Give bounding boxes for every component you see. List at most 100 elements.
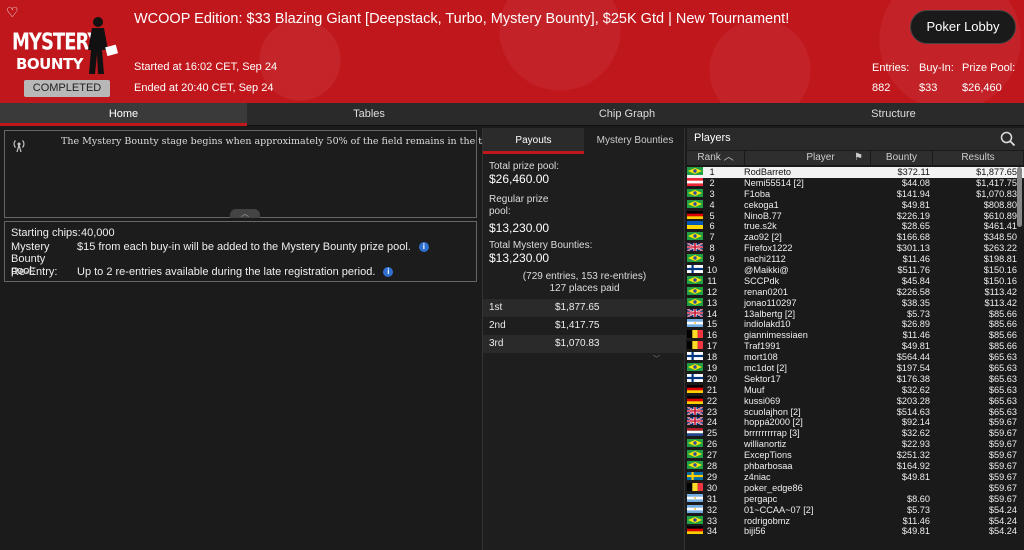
- player-row[interactable]: 17 Traf1991 $49.81 $85.66: [687, 341, 1024, 352]
- player-row[interactable]: 20 Sektor17 $176.38 $65.63: [687, 373, 1024, 385]
- player-name: 01~CCAA~07 [2]: [744, 504, 814, 515]
- player-result: $610.89: [983, 210, 1017, 221]
- column-results[interactable]: Results: [933, 151, 1024, 165]
- player-bounty: $49.81: [901, 471, 930, 482]
- player-rank: 1: [709, 167, 715, 177]
- player-row[interactable]: 7 zao92 [2] $166.68 $348.50: [687, 232, 1024, 243]
- player-result: $54.24: [988, 515, 1017, 526]
- player-row[interactable]: 32 01~CCAA~07 [2] $5.73 $54.24: [687, 504, 1024, 516]
- players-title: Players: [694, 132, 731, 144]
- player-rank: 4: [709, 199, 715, 210]
- player-row[interactable]: 30 poker_edge86 $59.67: [687, 482, 1024, 494]
- info-icon[interactable]: i: [418, 242, 429, 252]
- player-name: biji56: [744, 526, 766, 537]
- player-rank: 31: [706, 493, 718, 504]
- player-name: rodrigobmz: [744, 515, 790, 526]
- player-bounty: $38.35: [901, 297, 930, 308]
- player-name: Sektor17: [744, 373, 781, 384]
- player-bounty: $301.13: [896, 243, 930, 254]
- player-name: zao92 [2]: [744, 232, 782, 243]
- player-row[interactable]: 18 mort108 $564.44 $65.63: [687, 352, 1024, 363]
- tab-mystery-bounties[interactable]: Mystery Bounties: [584, 128, 686, 154]
- player-rank: 23: [706, 406, 718, 417]
- player-row[interactable]: 25 brrrrrrrrrap [3] $32.62 $59.67: [687, 428, 1024, 439]
- player-rank: 5: [709, 210, 715, 221]
- status-badge: COMPLETED: [24, 80, 110, 97]
- player-result: $461.41: [983, 221, 1017, 232]
- player-row[interactable]: 29 z4niac $49.81 $59.67: [687, 471, 1024, 483]
- tab-structure[interactable]: Structure: [763, 103, 1024, 126]
- tab-home[interactable]: Home: [0, 103, 247, 126]
- player-row[interactable]: 16 giannimessiaen $11.46 $85.66: [687, 330, 1024, 341]
- player-rank: 13: [706, 297, 718, 308]
- player-row[interactable]: 21 Muuf $32.62 $65.63: [687, 384, 1024, 396]
- info-icon[interactable]: i: [383, 267, 394, 277]
- player-row[interactable]: 4 cekoga1 $49.81 $808.80: [687, 199, 1024, 211]
- tab-payouts[interactable]: Payouts: [483, 128, 584, 154]
- expand-toggle[interactable]: ︿: [230, 209, 260, 218]
- player-rank: 20: [706, 373, 718, 384]
- player-name: Traf1991: [744, 341, 781, 352]
- player-row[interactable]: 28 phbarbosaa $164.92 $59.67: [687, 461, 1024, 472]
- player-result: $59.67: [988, 493, 1017, 504]
- player-row[interactable]: 9 nachi2112 $11.46 $198.81: [687, 254, 1024, 265]
- player-name: F1oba: [744, 188, 771, 199]
- player-bounty: $32.62: [901, 428, 930, 439]
- tab-tables[interactable]: Tables: [247, 103, 491, 126]
- player-row[interactable]: 24 hoppá2000 [2] $92.14 $59.67: [686, 416, 1024, 428]
- poker-lobby-button[interactable]: Poker Lobby: [910, 10, 1016, 44]
- player-result: $113.42: [984, 286, 1017, 297]
- player-row[interactable]: 33 rodrigobmz $11.46 $54.24: [687, 515, 1024, 527]
- player-bounty: $22.93: [901, 439, 930, 450]
- player-result: $85.66: [988, 308, 1017, 319]
- player-rank: 12: [706, 286, 718, 297]
- player-row[interactable]: 23 scuolajhon [2] $514.63 $65.63: [686, 405, 1024, 418]
- player-row[interactable]: 26 willianortiz $22.93 $59.67: [687, 439, 1024, 450]
- player-name: Nemi55514 [2]: [744, 177, 804, 188]
- column-bounty[interactable]: Bounty: [871, 151, 933, 165]
- player-row[interactable]: 15 indiolakd10 $26.89 $85.66: [687, 319, 1024, 330]
- player-row[interactable]: 19 mc1dot [2] $197.54 $65.63: [687, 363, 1024, 374]
- player-row[interactable]: 14 13albertg [2] $5.73 $85.66: [686, 307, 1024, 320]
- player-name: 13albertg [2]: [744, 308, 796, 319]
- businessman-figure-icon: [88, 17, 118, 74]
- player-rank: 17: [706, 341, 718, 352]
- player-rank: 7: [709, 232, 715, 243]
- player-bounty: $92.14: [901, 417, 930, 428]
- player-row[interactable]: 8 Firefox1222 $301.13 $263.22: [686, 242, 1024, 254]
- player-row[interactable]: 31 pergapc $8.60 $59.67: [687, 493, 1024, 505]
- column-rank[interactable]: Rank ︿: [687, 151, 745, 165]
- player-bounty: $44.08: [901, 177, 930, 188]
- player-row[interactable]: 34 biji56 $49.81 $54.24: [687, 526, 1024, 537]
- player-row[interactable]: 11 SCCPdk $45.84 $150.16: [687, 275, 1024, 287]
- player-row[interactable]: 22 kussi069 $203.28 $65.63: [687, 395, 1024, 407]
- player-name: SCCPdk: [744, 275, 780, 286]
- player-rank: 11: [707, 275, 717, 286]
- player-bounty: $11.46: [902, 330, 930, 341]
- player-row[interactable]: 27 ExcepTions $251.32 $59.67: [687, 450, 1024, 461]
- player-name: renan0201: [744, 286, 788, 297]
- sort-ascending-icon: ︿: [723, 152, 734, 163]
- player-row[interactable]: 10 @Maikki@ $511.76 $150.16: [687, 265, 1024, 276]
- player-result: $59.67: [988, 450, 1017, 461]
- player-rank: 34: [706, 526, 718, 537]
- players-scrollbar[interactable]: [1017, 167, 1022, 227]
- chevron-down-icon[interactable]: ﹀: [653, 354, 669, 363]
- player-row[interactable]: 1 RodBarreto $372.11 $1,877.65: [687, 167, 1024, 178]
- search-icon[interactable]: [1000, 131, 1016, 147]
- player-rank: 27: [706, 450, 718, 461]
- player-row[interactable]: 3 F1oba $141.94 $1,070.83: [687, 188, 1024, 200]
- player-row[interactable]: 5 NinoB.77 $226.19 $610.89: [687, 210, 1024, 222]
- player-row[interactable]: 13 jonao110297 $38.35 $113.42: [687, 297, 1024, 309]
- player-row[interactable]: 12 renan0201 $226.58 $113.42: [687, 286, 1024, 298]
- tab-chip-graph[interactable]: Chip Graph: [491, 103, 763, 126]
- player-row[interactable]: 6 true.s2k $28.65 $461.41: [687, 221, 1024, 232]
- player-name: phbarbosaa: [744, 461, 793, 472]
- mystery-pool-value: $15 from each buy-in will be added to th…: [77, 241, 429, 253]
- payouts-tabs: Payouts Mystery Bounties: [483, 128, 686, 154]
- player-result: $59.67: [988, 439, 1017, 450]
- player-result: $54.24: [988, 526, 1017, 537]
- payout-row: 3rd $1,070.83: [483, 335, 686, 353]
- player-result: $808.80: [983, 199, 1017, 210]
- player-row[interactable]: 2 Nemi55514 [2] $44.08 $1,417.75: [687, 177, 1024, 189]
